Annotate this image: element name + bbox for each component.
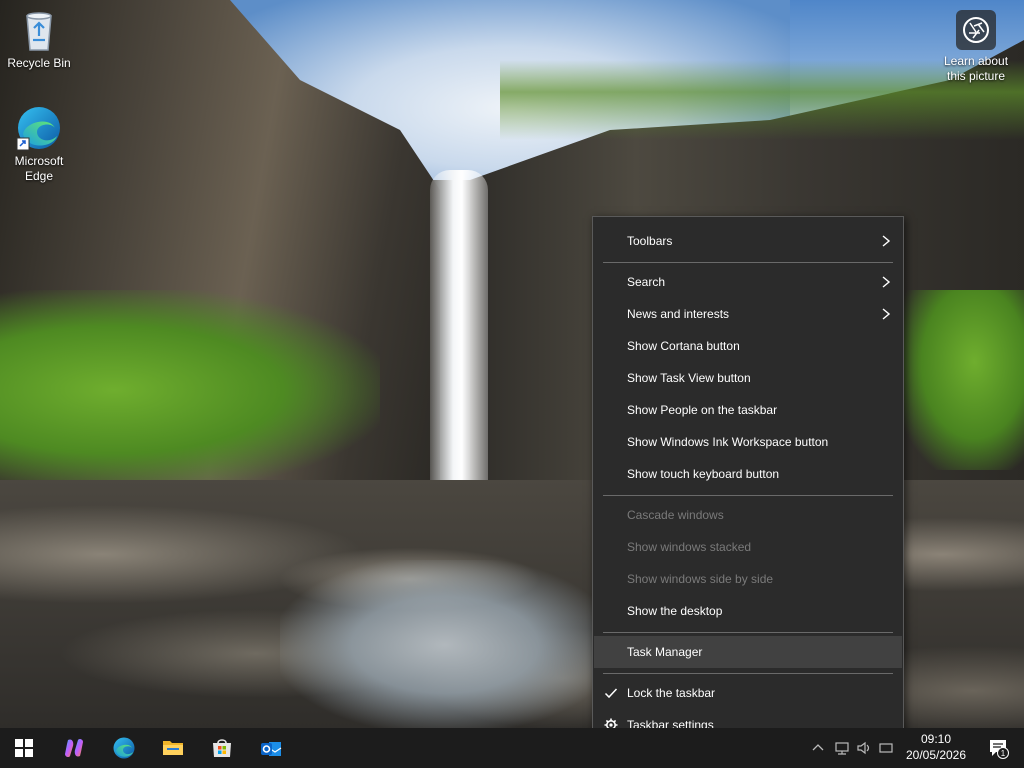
edge-label: Microsoft Edge	[14, 154, 64, 183]
wallpaper-stream	[280, 560, 610, 728]
menu-separator	[603, 262, 893, 263]
wallpaper-waterfall	[430, 170, 488, 505]
start-button[interactable]	[0, 728, 48, 768]
file-explorer-icon	[163, 741, 183, 755]
desktop-icon-edge[interactable]: Microsoft Edge	[1, 104, 77, 184]
volume-icon[interactable]	[856, 740, 872, 756]
chevron-right-icon	[882, 235, 891, 247]
menu-separator	[603, 495, 893, 496]
menu-item-show-ink-workspace[interactable]: Show Windows Ink Workspace button	[594, 426, 902, 458]
menu-item-lock-taskbar[interactable]: Lock the taskbar	[594, 677, 902, 709]
menu-item-show-task-view[interactable]: Show Task View button	[594, 362, 902, 394]
edge-taskbar-button[interactable]	[100, 728, 148, 768]
menu-item-label: Search	[627, 275, 666, 289]
taskbar-clock[interactable]: 09:10 20/05/2026	[898, 731, 974, 763]
recycle-bin-label: Recycle Bin	[7, 56, 71, 70]
menu-item-windows-stacked: Show windows stacked	[594, 531, 902, 563]
menu-item-label: Cascade windows	[627, 508, 724, 522]
menu-item-task-manager[interactable]: Task Manager	[594, 636, 902, 668]
menu-item-label: Show Task View button	[627, 371, 751, 385]
recycle-bin-icon	[26, 12, 52, 51]
menu-item-label: Toolbars	[627, 234, 673, 248]
clock-time: 09:10	[920, 732, 952, 746]
taskbar[interactable]: 09:10 20/05/2026 1	[0, 728, 1024, 768]
learn-about-picture[interactable]: Learn about this picture	[936, 10, 1016, 84]
clock-date: 20/05/2026	[905, 748, 967, 762]
learn-icon-wrap	[956, 10, 996, 50]
menu-item-windows-side-by-side: Show windows side by side	[594, 563, 902, 595]
menu-item-label: Show Cortana button	[627, 339, 740, 353]
edge-icon	[16, 107, 60, 151]
start-icon	[15, 739, 33, 757]
copilot-button[interactable]	[50, 728, 98, 768]
menu-item-label: Show windows side by side	[627, 572, 774, 586]
copilot-icon	[65, 738, 83, 758]
menu-item-cascade-windows: Cascade windows	[594, 499, 902, 531]
menu-item-label: Show windows stacked	[627, 540, 752, 554]
menu-item-show-touch-keyboard[interactable]: Show touch keyboard button	[594, 458, 902, 490]
menu-item-label: News and interests	[627, 307, 730, 321]
menu-separator	[603, 673, 893, 674]
menu-item-label: Task Manager	[627, 645, 703, 659]
notification-icon: 1	[990, 740, 1009, 759]
camera-icon	[963, 17, 989, 43]
menu-item-label: Show People on the taskbar	[627, 403, 778, 417]
desktop-icon-recycle-bin[interactable]: Recycle Bin	[1, 6, 77, 71]
chevron-right-icon	[882, 308, 891, 320]
microsoft-store-button[interactable]	[198, 728, 246, 768]
chevron-up-icon[interactable]	[810, 740, 826, 756]
menu-separator	[603, 632, 893, 633]
taskbar-context-menu: Toolbars Search News and interests Show …	[592, 216, 904, 748]
edge-icon	[113, 737, 135, 759]
network-icon[interactable]	[834, 740, 850, 756]
microsoft-store-icon	[213, 739, 231, 757]
language-icon[interactable]	[878, 740, 894, 756]
outlook-icon	[261, 742, 282, 756]
checkmark-icon	[604, 688, 618, 699]
wallpaper-grass-right	[900, 290, 1024, 470]
menu-item-toolbars[interactable]: Toolbars	[594, 225, 902, 257]
menu-item-show-desktop[interactable]: Show the desktop	[594, 595, 902, 627]
file-explorer-button[interactable]	[149, 728, 197, 768]
notification-center-button[interactable]: 1	[978, 728, 1018, 768]
wallpaper-grass-left	[0, 290, 380, 490]
menu-item-show-people[interactable]: Show People on the taskbar	[594, 394, 902, 426]
menu-item-label: Show touch keyboard button	[627, 467, 780, 481]
learn-label: Learn about this picture	[943, 54, 1009, 83]
menu-item-label: Show Windows Ink Workspace button	[627, 435, 829, 449]
notification-count: 1	[1001, 749, 1006, 758]
menu-item-news-and-interests[interactable]: News and interests	[594, 298, 902, 330]
menu-item-label: Show the desktop	[627, 604, 723, 618]
menu-item-show-cortana[interactable]: Show Cortana button	[594, 330, 902, 362]
menu-item-search[interactable]: Search	[594, 266, 902, 298]
chevron-right-icon	[882, 276, 891, 288]
menu-item-label: Lock the taskbar	[627, 686, 716, 700]
outlook-button[interactable]	[247, 728, 295, 768]
